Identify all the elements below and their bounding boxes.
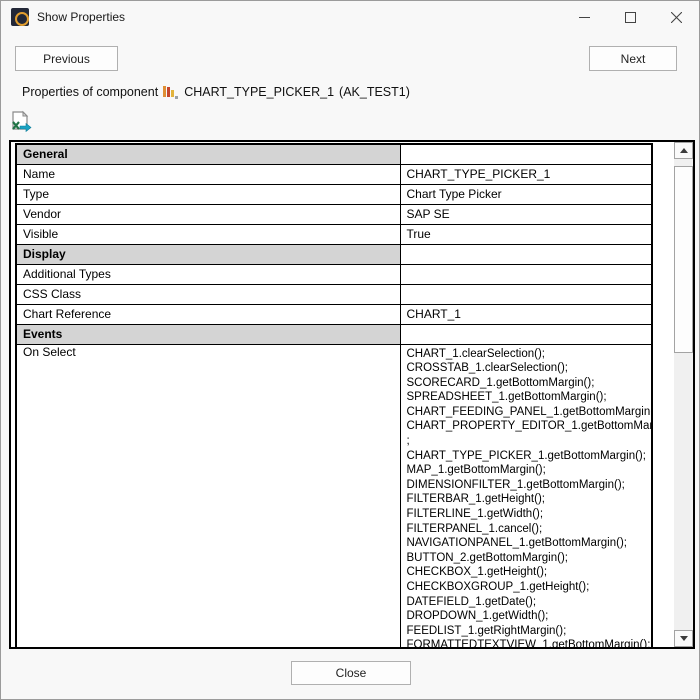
scroll-up-button[interactable]	[674, 142, 693, 159]
property-value: CHART_TYPE_PICKER_1	[400, 164, 652, 184]
window-title: Show Properties	[37, 10, 125, 24]
minimize-button[interactable]	[561, 1, 607, 33]
on-select-script: CHART_1.clearSelection(); CROSSTAB_1.cle…	[407, 345, 646, 650]
property-row: Additional Types	[16, 264, 652, 284]
property-row: On SelectCHART_1.clearSelection(); CROSS…	[16, 344, 652, 649]
property-label: Visible	[16, 224, 400, 244]
property-value	[400, 244, 652, 264]
properties-table-body: GeneralNameCHART_TYPE_PICKER_1TypeChart …	[16, 144, 652, 649]
property-value: CHART_1.clearSelection(); CROSSTAB_1.cle…	[400, 344, 652, 649]
property-row: Chart ReferenceCHART_1	[16, 304, 652, 324]
property-label: Vendor	[16, 204, 400, 224]
component-header: Properties of component CHART_TYPE_PICKE…	[22, 85, 410, 99]
component-name: CHART_TYPE_PICKER_1	[184, 85, 334, 99]
property-value: CHART_1	[400, 304, 652, 324]
close-button[interactable]	[653, 1, 699, 33]
bar-chart-icon	[163, 85, 179, 99]
header-prefix: Properties of component	[22, 85, 158, 99]
property-label: CSS Class	[16, 284, 400, 304]
vertical-scrollbar[interactable]	[674, 142, 693, 647]
properties-table: GeneralNameCHART_TYPE_PICKER_1TypeChart …	[15, 143, 653, 649]
property-row: TypeChart Type Picker	[16, 184, 652, 204]
show-properties-dialog: Show Properties Previous Next Propertie	[0, 0, 700, 700]
property-value: True	[400, 224, 652, 244]
previous-button[interactable]: Previous	[15, 46, 118, 71]
property-value	[400, 144, 652, 164]
property-value: SAP SE	[400, 204, 652, 224]
property-label: Events	[16, 324, 400, 344]
property-label: Name	[16, 164, 400, 184]
property-value	[400, 264, 652, 284]
maximize-button[interactable]	[607, 1, 653, 33]
section-row: Display	[16, 244, 652, 264]
section-row: Events	[16, 324, 652, 344]
property-label: On Select	[16, 344, 400, 649]
close-dialog-button[interactable]: Close	[291, 661, 411, 685]
close-icon	[671, 12, 682, 23]
triangle-down-icon	[680, 636, 688, 641]
triangle-up-icon	[680, 148, 688, 153]
property-value: Chart Type Picker	[400, 184, 652, 204]
maximize-icon	[625, 12, 636, 23]
property-label: General	[16, 144, 400, 164]
app-logo-icon	[11, 8, 29, 26]
properties-panel: GeneralNameCHART_TYPE_PICKER_1TypeChart …	[9, 140, 695, 649]
minimize-icon	[579, 12, 590, 23]
property-row: CSS Class	[16, 284, 652, 304]
property-row: VisibleTrue	[16, 224, 652, 244]
component-context: (AK_TEST1)	[339, 85, 410, 99]
scroll-down-button[interactable]	[674, 630, 693, 647]
property-value	[400, 284, 652, 304]
property-label: Display	[16, 244, 400, 264]
next-button[interactable]: Next	[589, 46, 677, 71]
scrollbar-thumb[interactable]	[674, 166, 693, 353]
property-label: Type	[16, 184, 400, 204]
window-titlebar: Show Properties	[1, 1, 699, 33]
property-value	[400, 324, 652, 344]
property-label: Additional Types	[16, 264, 400, 284]
section-row: General	[16, 144, 652, 164]
property-row: VendorSAP SE	[16, 204, 652, 224]
window-controls	[561, 1, 699, 33]
property-row: NameCHART_TYPE_PICKER_1	[16, 164, 652, 184]
export-to-excel-icon[interactable]	[9, 110, 33, 134]
property-label: Chart Reference	[16, 304, 400, 324]
